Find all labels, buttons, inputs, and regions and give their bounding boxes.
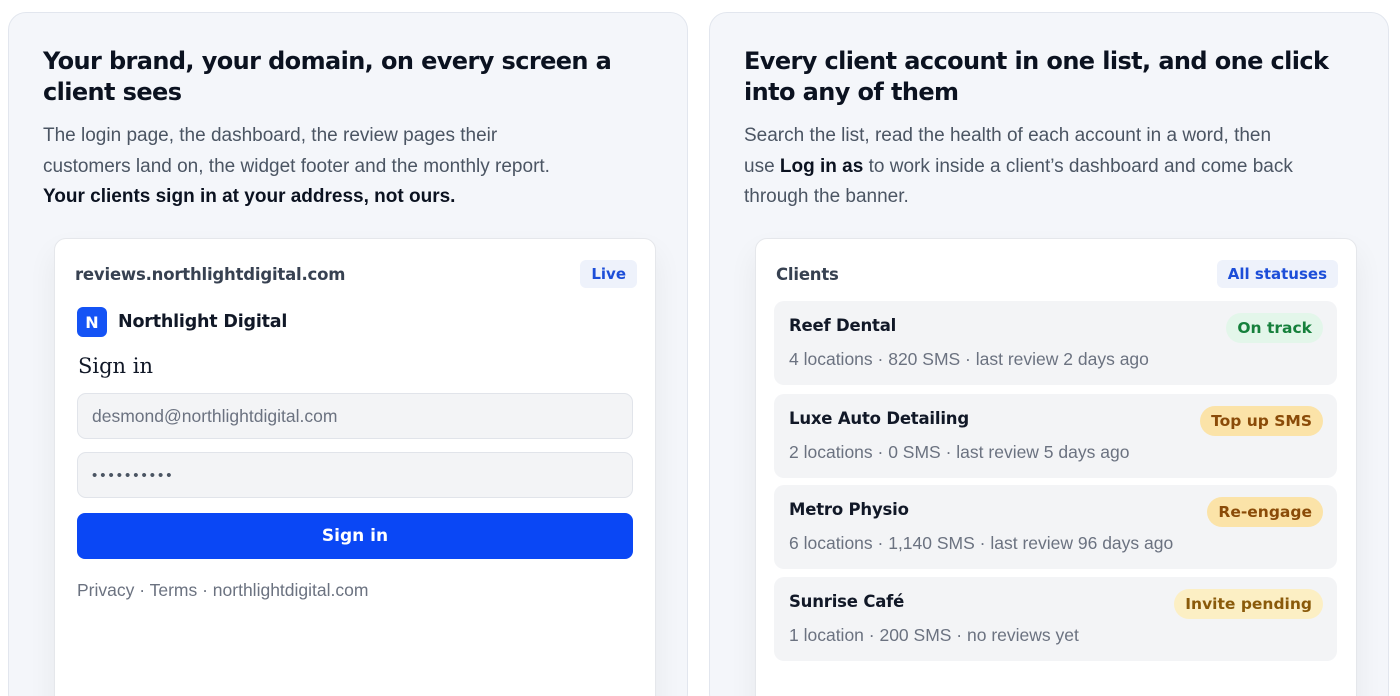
card-description: The login page, the dashboard, the revie… [43, 121, 583, 213]
brand-name: Northlight Digital [118, 312, 288, 332]
card-description: Search the list, read the health of each… [744, 121, 1304, 213]
footer-links[interactable]: Privacy · Terms · northlightdigital.com [77, 580, 368, 601]
password-field[interactable]: •••••••••• [77, 452, 633, 498]
client-list-card: Every client account in one list, and on… [709, 12, 1389, 696]
status-badge: Invite pending [1174, 589, 1323, 619]
status-badge: Re-engage [1207, 497, 1323, 527]
log-in-as-emphasis: Log in as [779, 155, 864, 177]
brand-logo-icon: N [77, 307, 107, 337]
brand-header: N Northlight Digital [77, 307, 287, 337]
status-badge: Live [580, 260, 637, 288]
clients-title: Clients [776, 264, 839, 284]
status-badge: Top up SMS [1200, 406, 1323, 436]
description-emphasis: Your clients sign in at your address, no… [43, 186, 456, 207]
panel-header: reviews.northlightdigital.com Live [75, 259, 637, 289]
client-name: Luxe Auto Detailing [789, 409, 969, 428]
client-name: Metro Physio [789, 500, 909, 519]
card-heading: Every client account in one list, and on… [744, 47, 1329, 106]
client-name: Sunrise Café [789, 592, 905, 611]
signin-button[interactable]: Sign in [77, 513, 633, 559]
card-heading: Your brand, your domain, on every screen… [43, 47, 612, 106]
client-meta: 1 location · 200 SMS · no reviews yet [789, 625, 1079, 645]
client-row[interactable]: Sunrise Café Invite pending 1 location ·… [774, 577, 1337, 661]
description-text: The login page, the dashboard, the revie… [43, 125, 550, 177]
client-name: Reef Dental [789, 316, 897, 335]
panel-header: Clients All statuses [776, 259, 1338, 289]
client-row[interactable]: Metro Physio Re-engage 6 locations · 1,1… [774, 485, 1337, 569]
email-field[interactable]: desmond@northlightdigital.com [77, 393, 633, 439]
client-meta: 4 locations · 820 SMS · last review 2 da… [789, 349, 1149, 369]
client-row[interactable]: Reef Dental On track 4 locations · 820 S… [774, 301, 1337, 385]
client-row[interactable]: Luxe Auto Detailing Top up SMS 2 locatio… [774, 394, 1337, 478]
login-preview-panel: reviews.northlightdigital.com Live N Nor… [54, 238, 656, 696]
custom-domain: reviews.northlightdigital.com [75, 264, 346, 284]
signin-title: Sign in [78, 354, 153, 378]
clients-panel: Clients All statuses Reef Dental On trac… [755, 238, 1357, 696]
client-meta: 6 locations · 1,140 SMS · last review 96… [789, 533, 1174, 553]
status-badge: On track [1226, 313, 1323, 343]
white-label-card: Your brand, your domain, on every screen… [8, 12, 688, 696]
client-meta: 2 locations · 0 SMS · last review 5 days… [789, 442, 1130, 462]
status-filter-dropdown[interactable]: All statuses [1216, 260, 1338, 288]
